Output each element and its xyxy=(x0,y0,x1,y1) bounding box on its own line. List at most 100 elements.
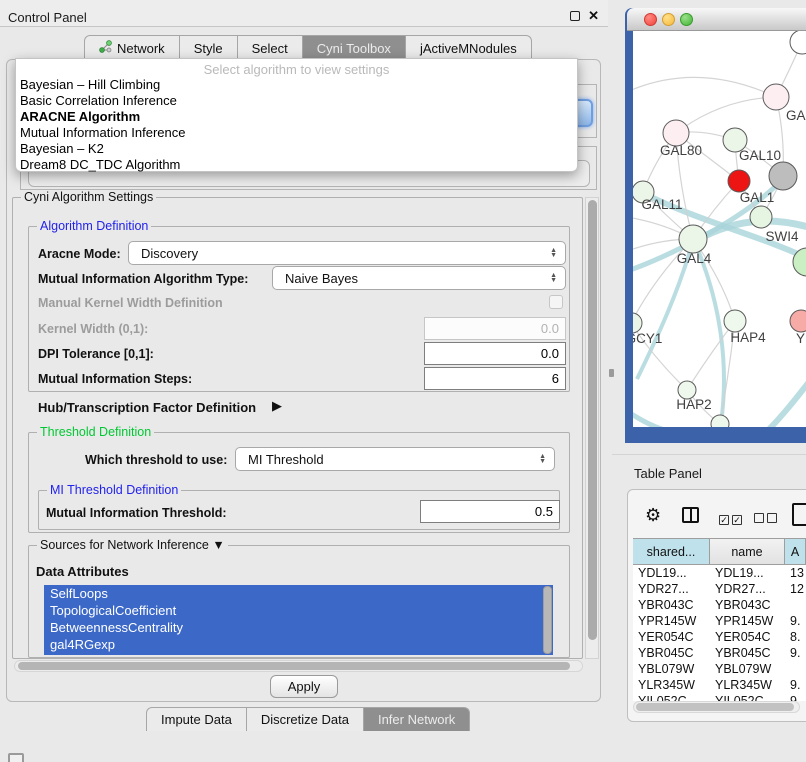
network-edge[interactable] xyxy=(676,97,776,133)
table-cell: YDR27... xyxy=(633,581,710,597)
network-node-y[interactable] xyxy=(790,310,806,332)
table-cell: YBR043C xyxy=(710,597,785,613)
column-header-3[interactable]: A xyxy=(785,539,806,564)
tab-style[interactable]: Style xyxy=(179,35,238,60)
sources-collapse-icon[interactable]: ▼ xyxy=(212,538,224,552)
tab-cyni-toolbox[interactable]: Cyni Toolbox xyxy=(302,35,406,60)
bottom-tab-infer-network[interactable]: Infer Network xyxy=(363,707,470,731)
float-window-icon[interactable] xyxy=(570,11,580,21)
settings-hscrollbar-thumb[interactable] xyxy=(18,662,570,670)
document-icon[interactable] xyxy=(792,503,806,526)
attribute-item-topologicalcoefficient[interactable]: TopologicalCoefficient xyxy=(44,602,553,619)
columns-icon[interactable] xyxy=(682,507,699,523)
node-label-hap2: HAP2 xyxy=(676,397,711,412)
settings-hscrollbar[interactable] xyxy=(14,660,583,672)
tab-label: Cyni Toolbox xyxy=(317,41,391,56)
column-header-1[interactable]: shared... xyxy=(633,539,710,564)
close-icon[interactable]: ✕ xyxy=(588,8,599,24)
table-row[interactable]: YER054CYER054C8. xyxy=(633,629,806,645)
node-label-gal1: GAL1 xyxy=(740,190,775,205)
hub-expand-icon[interactable]: ▶ xyxy=(272,398,282,414)
apply-button[interactable]: Apply xyxy=(270,675,338,698)
network-node-gal1[interactable] xyxy=(728,170,750,192)
network-window-titlebar[interactable] xyxy=(627,8,806,31)
algorithm-option-dream8-dc-tdc-algorithm[interactable]: Dream8 DC_TDC Algorithm xyxy=(16,157,577,173)
algorithm-option-mutual-information-inference[interactable]: Mutual Information Inference xyxy=(16,125,577,141)
table-row[interactable]: YPR145WYPR145W9. xyxy=(633,613,806,629)
settings-scrollbar-thumb[interactable] xyxy=(588,200,597,640)
network-canvas[interactable]: GALGAL80GAL10GAL1GAL11SWI4GAL4GCY1HAP4YH… xyxy=(633,31,806,427)
table-row[interactable]: YBL079WYBL079W xyxy=(633,661,806,677)
algorithm-option-bayesian-hill-climbing[interactable]: Bayesian – Hill Climbing xyxy=(16,77,577,93)
network-node-gal4[interactable] xyxy=(679,225,707,253)
table-row[interactable]: YIL052CYIL052C9. xyxy=(633,693,806,701)
table-hscrollbar-thumb[interactable] xyxy=(636,703,794,711)
network-node-swi4[interactable] xyxy=(750,206,772,228)
manual-kernel-checkbox[interactable] xyxy=(549,295,563,309)
table-cell: YLR345W xyxy=(710,677,785,693)
attribute-item-betweennesscentrality[interactable]: BetweennessCentrality xyxy=(44,619,553,636)
table-cell: YIL052C xyxy=(710,693,785,701)
control-panel-tabs: NetworkStyleSelect Cyni Toolbox jActiveMNo… xyxy=(85,35,532,60)
aracne-mode-combo[interactable]: Discovery ▲▼ xyxy=(128,241,566,265)
which-threshold-combo[interactable]: MI Threshold ▲▼ xyxy=(235,447,555,471)
bottom-tab-label: Impute Data xyxy=(161,712,232,727)
panel-divider-handle[interactable] xyxy=(609,369,614,377)
zoom-traffic-icon[interactable] xyxy=(680,13,693,26)
mi-threshold-field[interactable] xyxy=(420,500,560,523)
network-node-gal[interactable] xyxy=(763,84,789,110)
table-row[interactable]: YBR045CYBR045C9. xyxy=(633,645,806,661)
table-cell: YLR345W xyxy=(633,677,710,693)
tab-jactivemnodules[interactable]: jActiveMNodules xyxy=(405,35,532,60)
table-row[interactable]: YDR27...YDR27...12 xyxy=(633,581,806,597)
network-edge[interactable] xyxy=(633,411,719,427)
tab-select[interactable]: Select xyxy=(237,35,303,60)
network-node[interactable] xyxy=(790,31,806,54)
bottom-tab-impute-data[interactable]: Impute Data xyxy=(146,707,247,731)
node-label-hap4: HAP4 xyxy=(730,330,766,345)
data-attributes-list[interactable]: SelfLoopsTopologicalCoefficientBetweenne… xyxy=(44,585,553,655)
table-row[interactable]: YLR345WYLR345W9. xyxy=(633,677,806,693)
network-edge[interactable] xyxy=(633,77,776,97)
bottom-tab-label: Infer Network xyxy=(378,712,455,727)
table-hscrollbar[interactable] xyxy=(633,701,800,713)
close-traffic-icon[interactable] xyxy=(644,13,657,26)
table-row[interactable]: YBR043CYBR043C xyxy=(633,597,806,613)
network-node[interactable] xyxy=(769,162,797,190)
node-label-gal11: GAL11 xyxy=(641,197,682,212)
table-row[interactable]: YDL19...YDL19...13 xyxy=(633,565,806,581)
algorithm-option-basic-correlation-inference[interactable]: Basic Correlation Inference xyxy=(16,93,577,109)
deselect-all-icon[interactable] xyxy=(754,510,777,528)
node-label-gcy1: GCY1 xyxy=(633,331,662,346)
settings-scrollbar[interactable] xyxy=(585,197,599,659)
algorithm-dropdown-popup: Select algorithm to view settings Bayesi… xyxy=(15,58,578,172)
network-edge[interactable] xyxy=(757,369,806,427)
bottom-tab-discretize-data[interactable]: Discretize Data xyxy=(246,707,364,731)
kernel-width-field[interactable] xyxy=(424,317,566,340)
table-body[interactable]: YDL19...YDL19...13YDR27...YDR27...12YBR0… xyxy=(633,565,806,701)
select-all-checks-icon[interactable]: ✓✓ xyxy=(719,510,742,528)
network-node[interactable] xyxy=(711,415,729,427)
mi-threshold-label: Mutual Information Threshold: xyxy=(46,506,227,520)
attribute-item-selfloops[interactable]: SelfLoops xyxy=(44,585,553,602)
network-edge[interactable] xyxy=(695,243,724,423)
attribute-item-gal4rgexp[interactable]: gal4RGexp xyxy=(44,636,553,653)
gear-icon[interactable]: ⚙ xyxy=(645,505,661,526)
mi-threshold-group-title: MI Threshold Definition xyxy=(47,483,181,497)
node-label-gal4: GAL4 xyxy=(677,251,712,266)
hub-definition-label[interactable]: Hub/Transcription Factor Definition xyxy=(38,400,256,415)
mi-algorithm-type-combo[interactable]: Naive Bayes ▲▼ xyxy=(272,266,566,290)
dpi-tolerance-field[interactable] xyxy=(424,342,566,365)
minimize-traffic-icon[interactable] xyxy=(662,13,675,26)
column-header-2[interactable]: name xyxy=(710,539,785,564)
algorithm-option-aracne-algorithm[interactable]: ARACNE Algorithm xyxy=(16,109,577,125)
node-label-swi4: SWI4 xyxy=(765,229,798,244)
attributes-scrollbar[interactable] xyxy=(543,586,552,654)
mi-steps-field[interactable] xyxy=(424,367,566,390)
network-node-hap4[interactable] xyxy=(724,310,746,332)
table-panel-title: Table Panel xyxy=(634,466,702,481)
algorithm-option-bayesian-k2[interactable]: Bayesian – K2 xyxy=(16,141,577,157)
tab-network[interactable]: Network xyxy=(84,35,180,60)
which-threshold-value: MI Threshold xyxy=(248,452,324,467)
network-node-gcy1[interactable] xyxy=(633,313,642,333)
